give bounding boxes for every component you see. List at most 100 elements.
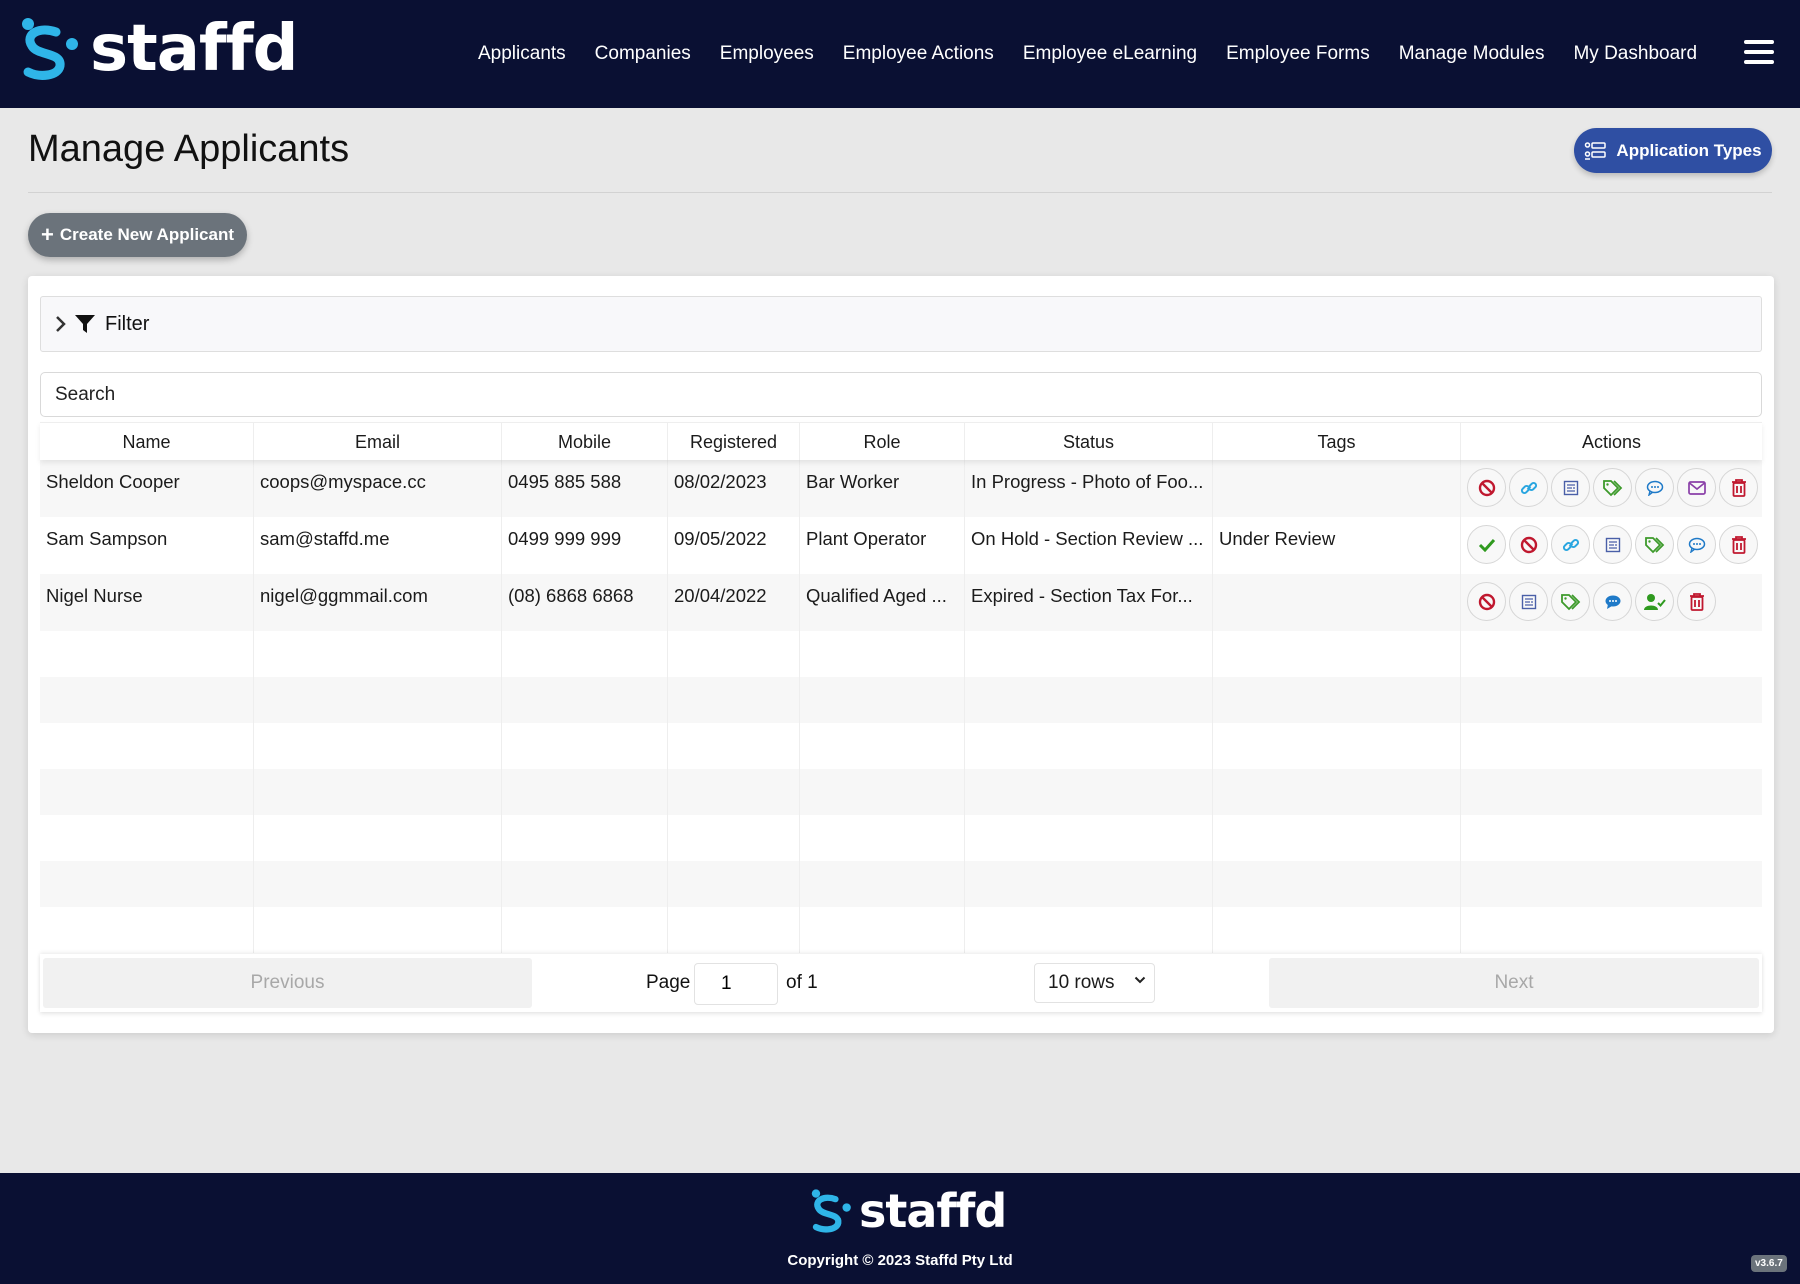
next-button[interactable]: Next: [1269, 958, 1759, 1008]
tags-button[interactable]: [1593, 468, 1632, 507]
create-label: Create New Applicant: [59, 225, 234, 244]
comment-button[interactable]: [1593, 582, 1632, 621]
create-new-applicant-button[interactable]: + Create New Applicant: [28, 213, 247, 257]
plus-icon: +: [41, 222, 54, 247]
cell-mobile: 0495 885 588: [502, 460, 668, 517]
envelope-icon: [1687, 480, 1706, 495]
cell-email: coops@myspace.cc: [254, 460, 502, 517]
nav-employee-actions[interactable]: Employee Actions: [843, 43, 994, 65]
nav-applicants[interactable]: Applicants: [478, 43, 566, 65]
applicants-table: Name Email Mobile Registered Role Status…: [40, 422, 1762, 953]
empty-row: [40, 769, 1762, 815]
cell-name: Sam Sampson: [40, 517, 254, 574]
nav-my-dashboard[interactable]: My Dashboard: [1573, 43, 1697, 65]
block-icon: [1478, 593, 1495, 610]
user-check-icon: [1643, 593, 1666, 610]
nav-employee-elearning[interactable]: Employee eLearning: [1023, 43, 1197, 65]
column-header-role[interactable]: Role: [800, 423, 965, 460]
comment-icon: [1646, 480, 1663, 496]
nav-companies[interactable]: Companies: [595, 43, 691, 65]
divider: [28, 192, 1772, 193]
comment-button[interactable]: [1635, 468, 1674, 507]
comment-filled-icon: [1605, 595, 1620, 609]
table-header: Name Email Mobile Registered Role Status…: [40, 422, 1762, 460]
block-button[interactable]: [1467, 582, 1506, 621]
logo-text: staffd: [90, 12, 298, 86]
search-input[interactable]: [40, 372, 1762, 417]
cell-email: nigel@ggmmail.com: [254, 574, 502, 631]
form-button[interactable]: [1593, 525, 1632, 564]
cell-actions: [1461, 517, 1762, 574]
tags-icon: [1644, 536, 1664, 553]
tags-button[interactable]: [1635, 525, 1674, 564]
cell-status: In Progress - Photo of Foo...: [965, 460, 1213, 517]
rows-per-page-value: 10 rows: [1048, 972, 1115, 993]
column-header-email[interactable]: Email: [254, 423, 502, 460]
page-number-input[interactable]: [694, 963, 778, 1005]
cell-name: Sheldon Cooper: [40, 460, 254, 517]
table-row: Sheldon Cooper coops@myspace.cc 0495 885…: [40, 460, 1762, 517]
delete-button[interactable]: [1719, 525, 1758, 564]
column-header-status[interactable]: Status: [965, 423, 1213, 460]
form-icon: [1521, 594, 1536, 609]
comment-icon: [1688, 537, 1705, 553]
application-types-label: Application Types: [1616, 140, 1762, 160]
block-button[interactable]: [1467, 468, 1506, 507]
cell-role: Plant Operator: [800, 517, 965, 574]
cell-mobile: (08) 6868 6868: [502, 574, 668, 631]
application-types-button[interactable]: Application Types: [1574, 128, 1772, 173]
form-button[interactable]: [1551, 468, 1590, 507]
nav-manage-modules[interactable]: Manage Modules: [1399, 43, 1545, 65]
block-icon: [1478, 479, 1495, 496]
cell-role: Qualified Aged ...: [800, 574, 965, 631]
convert-to-employee-button[interactable]: [1635, 582, 1674, 621]
applicants-card: Filter Name Email Mobile Registered Role…: [28, 276, 1774, 1033]
previous-button[interactable]: Previous: [43, 958, 532, 1008]
link-button[interactable]: [1551, 525, 1590, 564]
chevron-down-icon: [1134, 976, 1146, 984]
delete-button[interactable]: [1677, 582, 1716, 621]
column-header-mobile[interactable]: Mobile: [502, 423, 668, 460]
trash-icon: [1689, 592, 1704, 611]
cell-role: Bar Worker: [800, 460, 965, 517]
block-button[interactable]: [1509, 525, 1548, 564]
tags-button[interactable]: [1551, 582, 1590, 621]
delete-button[interactable]: [1719, 468, 1758, 507]
hamburger-icon[interactable]: [1744, 40, 1774, 66]
footer-logo-text: staffd: [859, 1184, 1007, 1238]
trash-icon: [1731, 535, 1746, 554]
nav-employees[interactable]: Employees: [720, 43, 814, 65]
cell-actions: [1461, 460, 1762, 517]
filter-toggle[interactable]: Filter: [40, 296, 1762, 352]
empty-row: [40, 907, 1762, 953]
column-header-name[interactable]: Name: [40, 423, 254, 460]
cell-status: Expired - Section Tax For...: [965, 574, 1213, 631]
comment-button[interactable]: [1677, 525, 1716, 564]
table-row: Sam Sampson sam@staffd.me 0499 999 999 0…: [40, 517, 1762, 574]
checkmark-icon: [1478, 538, 1495, 552]
staffd-logo-icon: [811, 1189, 851, 1233]
cell-actions: [1461, 574, 1762, 631]
main-nav: Applicants Companies Employees Employee …: [478, 0, 1726, 108]
empty-row: [40, 677, 1762, 723]
rows-per-page-select[interactable]: 10 rows: [1034, 963, 1155, 1003]
table-row: Nigel Nurse nigel@ggmmail.com (08) 6868 …: [40, 574, 1762, 631]
cell-registered: 20/04/2022: [668, 574, 800, 631]
empty-row: [40, 723, 1762, 769]
cell-email: sam@staffd.me: [254, 517, 502, 574]
empty-row: [40, 861, 1762, 907]
form-button[interactable]: [1509, 582, 1548, 621]
link-button[interactable]: [1509, 468, 1548, 507]
column-header-tags[interactable]: Tags: [1213, 423, 1461, 460]
approve-button[interactable]: [1467, 525, 1506, 564]
staffd-logo[interactable]: staffd: [18, 12, 298, 86]
email-button[interactable]: [1677, 468, 1716, 507]
copyright: Copyright © 2023 Staffd Pty Ltd: [787, 1252, 1013, 1269]
column-header-registered[interactable]: Registered: [668, 423, 800, 460]
nav-employee-forms[interactable]: Employee Forms: [1226, 43, 1370, 65]
footer: staffd Copyright © 2023 Staffd Pty Ltd v…: [0, 1173, 1800, 1284]
form-icon: [1563, 480, 1578, 495]
block-icon: [1520, 536, 1537, 553]
cell-registered: 08/02/2023: [668, 460, 800, 517]
form-icon: [1605, 537, 1620, 552]
